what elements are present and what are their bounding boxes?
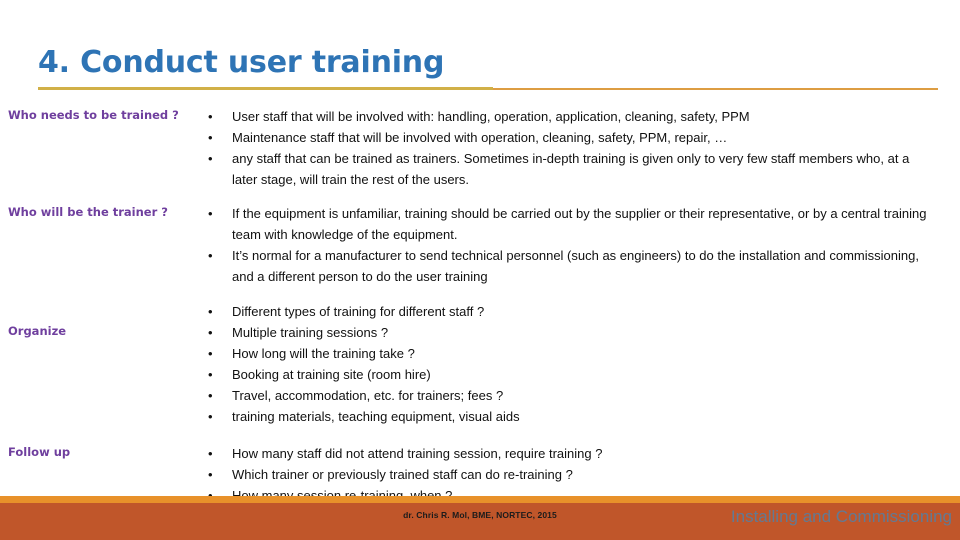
list-item-text: Travel, accommodation, etc. for trainers… [232, 388, 504, 403]
section-who-needs-to-be-trained: Who needs to be trained ? • User staff t… [0, 106, 960, 190]
list-item: • User staff that will be involved with:… [0, 106, 960, 127]
list-item: • How long will the training take ? [0, 343, 960, 364]
list-item-text: User staff that will be involved with: h… [232, 109, 750, 124]
list-item: • Booking at training site (room hire) [0, 364, 960, 385]
footer-deck-title: Installing and Commissioning [730, 507, 952, 526]
bullet-icon: • [208, 130, 213, 145]
slide-content: Who needs to be trained ? • User staff t… [0, 106, 960, 506]
list-item: • Different types of training for differ… [0, 301, 960, 322]
list-item-text: Booking at training site (room hire) [232, 367, 431, 382]
list-item-text: Multiple training sessions ? [232, 325, 389, 340]
title-block: 4. Conduct user training [38, 46, 938, 92]
list-item-text: It’s normal for a manufacturer to send t… [232, 248, 919, 284]
slide-footer: dr. Chris R. Mol, BME, NORTEC, 2015 Inst… [0, 496, 960, 540]
list-item: • It’s normal for a manufacturer to send… [0, 245, 960, 287]
list-item-text: Which trainer or previously trained staf… [232, 467, 573, 482]
bullet-icon: • [208, 206, 213, 221]
list-item: • Travel, accommodation, etc. for traine… [0, 385, 960, 406]
bullet-icon: • [208, 325, 213, 340]
list-item-text: Different types of training for differen… [232, 304, 485, 319]
list-item: • Maintenance staff that will be involve… [0, 127, 960, 148]
page-title: 4. Conduct user training [38, 45, 445, 80]
title-underline-left-segment [38, 87, 493, 90]
bullet-icon: • [208, 388, 213, 403]
slide-canvas: 4. Conduct user training Who needs to be… [0, 0, 960, 540]
bullet-icon: • [208, 467, 213, 482]
footer-accent-strip [0, 496, 960, 503]
list-item-text: training materials, teaching equipment, … [232, 409, 520, 424]
bullet-list: • If the equipment is unfamiliar, traini… [0, 203, 960, 287]
bullet-icon: • [208, 367, 213, 382]
bullet-list: • Different types of training for differ… [0, 301, 960, 427]
list-item-text: How many staff did not attend training s… [232, 446, 603, 461]
list-item: • Multiple training sessions ? [0, 322, 960, 343]
list-item: • any staff that can be trained as train… [0, 148, 960, 190]
title-underline-right-segment [493, 88, 938, 90]
list-item: • training materials, teaching equipment… [0, 406, 960, 427]
list-item-text: If the equipment is unfamiliar, training… [232, 206, 927, 242]
bullet-icon: • [208, 446, 213, 461]
section-organize: Organize • Different types of training f… [0, 301, 960, 427]
list-item: • Which trainer or previously trained st… [0, 464, 960, 485]
title-underline [38, 87, 938, 91]
list-item-text: How long will the training take ? [232, 346, 415, 361]
list-item: • If the equipment is unfamiliar, traini… [0, 203, 960, 245]
bullet-icon: • [208, 409, 213, 424]
bullet-icon: • [208, 304, 213, 319]
list-item-text: any staff that can be trained as trainer… [232, 151, 910, 187]
bullet-icon: • [208, 346, 213, 361]
list-item: • How many staff did not attend training… [0, 443, 960, 464]
bullet-icon: • [208, 248, 213, 263]
bullet-icon: • [208, 109, 213, 124]
bullet-list: • User staff that will be involved with:… [0, 106, 960, 190]
section-who-will-be-the-trainer: Who will be the trainer ? • If the equip… [0, 203, 960, 287]
bullet-icon: • [208, 151, 213, 166]
list-item-text: Maintenance staff that will be involved … [232, 130, 728, 145]
